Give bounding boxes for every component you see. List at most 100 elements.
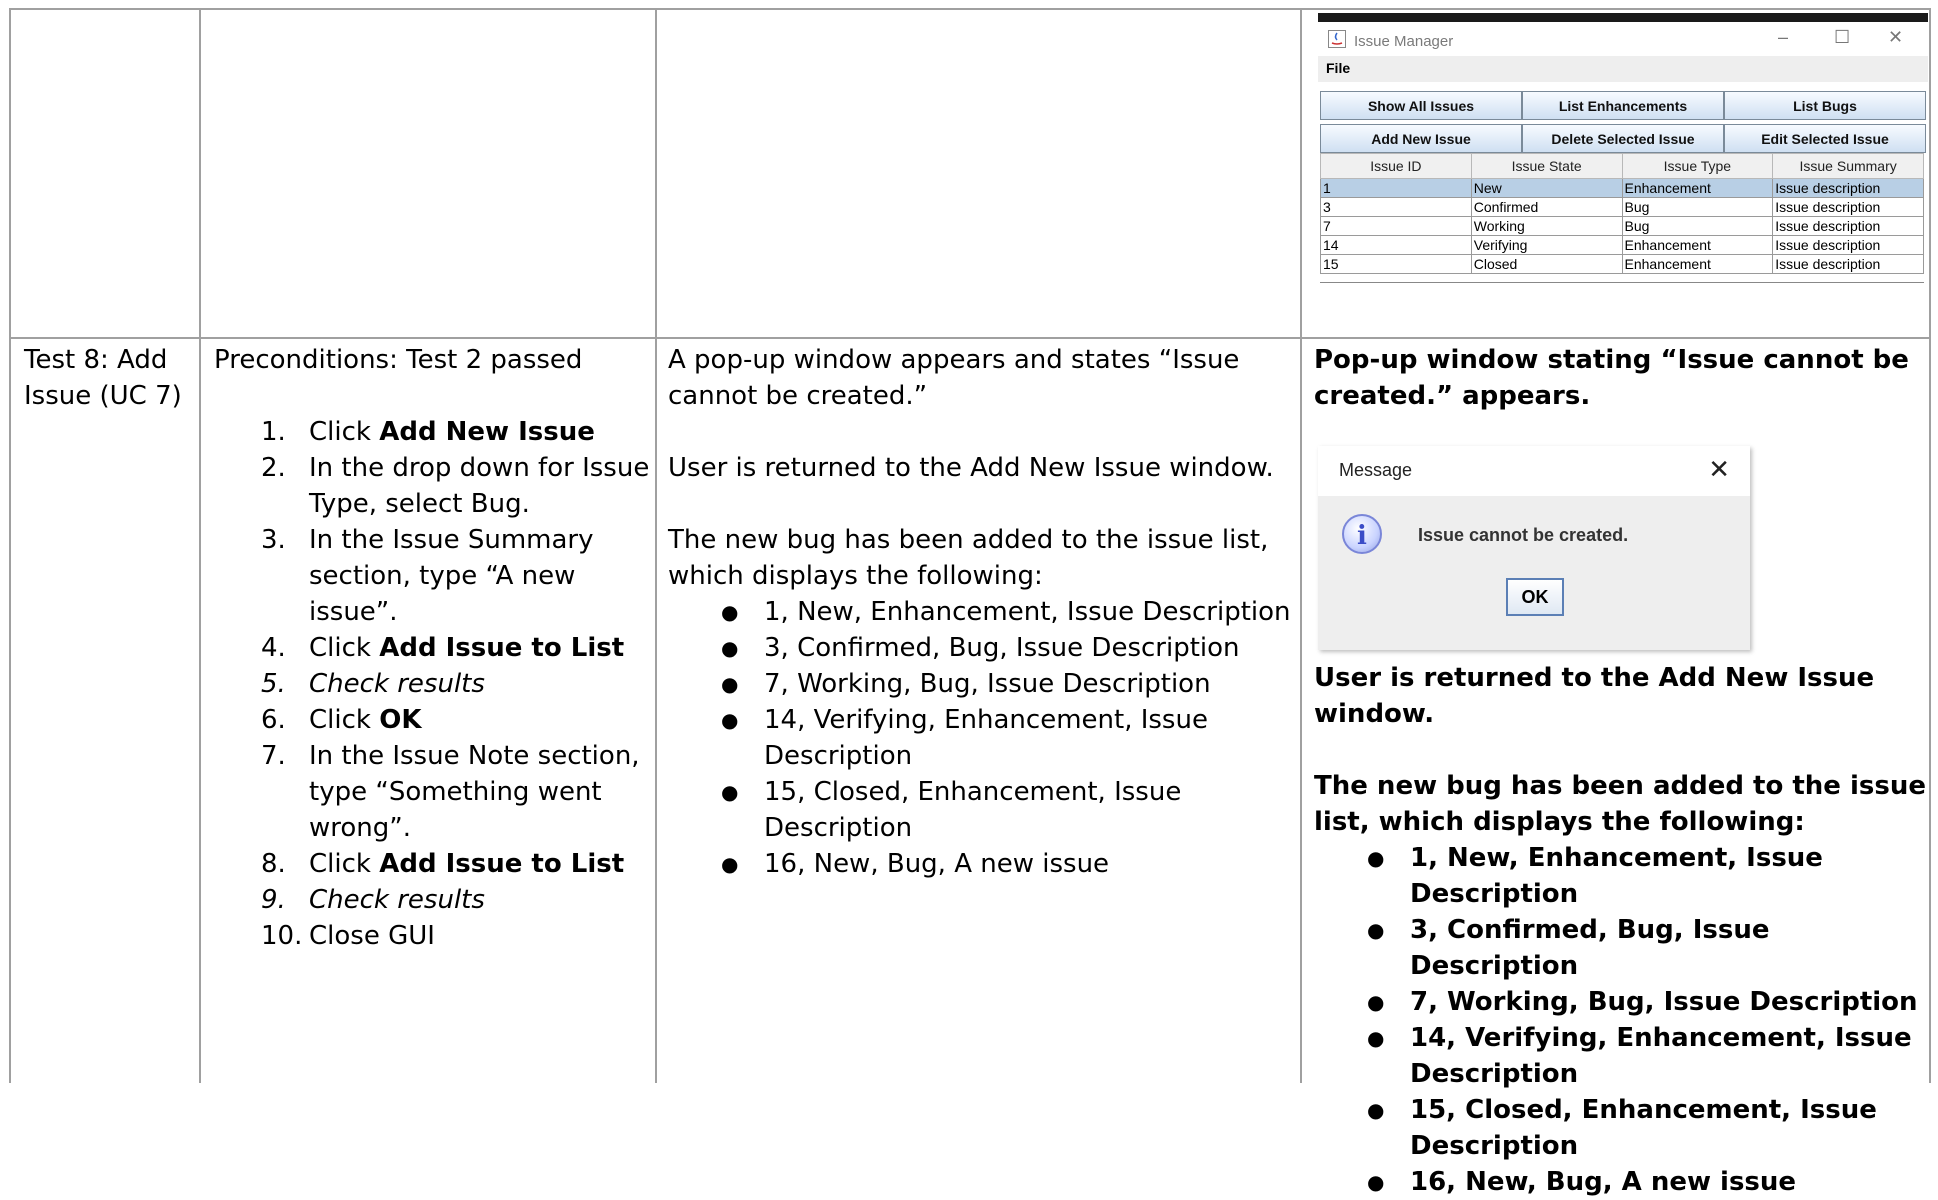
step-item: 5. Check results [261,669,485,699]
table-cell: Bug [1621,216,1774,236]
table-cell: Issue description [1772,235,1924,255]
java-icon [1328,30,1346,48]
actual-line-2: User is returned to the Add New Issue wi… [1314,663,1875,729]
list-item: 7, Working, Bug, Issue Description [1314,984,1926,1020]
list-item: 14, Verifying, Enhancement, Issue Descri… [1314,1020,1926,1092]
actual-line-1: Pop-up window stating “Issue cannot be c… [1314,345,1909,411]
minimize-icon: – [1778,27,1789,47]
message-dialog-screenshot: Message ✕ i Issue cannot be created. OK [1318,446,1750,650]
step-item: 8. Click Add Issue to List [261,849,625,879]
table-row: 15 Closed Enhancement Issue description [1320,254,1924,274]
actual-results-cell: Pop-up window stating “Issue cannot be c… [1314,342,1926,414]
steps-list: 1. Click Add New Issue 2. In the drop down… [214,414,650,954]
step-item: 2. In the drop down for Issue Type, selec… [261,453,650,519]
list-enhancements-button: List Enhancements [1522,91,1724,120]
table-cell: 7 [1320,216,1472,236]
list-item: 16, New, Bug, A new issue [668,846,1293,882]
test-name-cell: Test 8: Add Issue (UC 7) [24,342,189,414]
dialog-body: i Issue cannot be created. OK [1318,496,1750,650]
menu-file: File [1326,60,1351,76]
table-cell: Working [1470,216,1623,236]
table-border [9,8,1930,10]
edit-selected-issue-button: Edit Selected Issue [1724,124,1926,153]
list-bugs-button: List Bugs [1724,91,1926,120]
table-cell: Issue description [1772,178,1924,198]
dialog-titlebar: Message ✕ [1318,446,1750,496]
actual-bullet-list: 1, New, Enhancement, Issue Description 3… [1314,840,1926,1200]
step-item: 9. Check results [261,885,485,915]
list-item: 15, Closed, Enhancement, Issue Descripti… [1314,1092,1926,1164]
dialog-title: Message [1339,460,1413,480]
table-cell: 3 [1320,197,1472,217]
list-item: 14, Verifying, Enhancement, Issue Descri… [668,702,1293,774]
step-item: 1. Click Add New Issue [261,417,595,447]
table-row: 14 Verifying Enhancement Issue descripti… [1320,235,1924,255]
expected-bullet-list: 1, New, Enhancement, Issue Description 3… [668,594,1293,882]
table-row: 1 New Enhancement Issue description [1320,178,1924,198]
table-border [9,337,1930,339]
step-item: 3. In the Issue Summary section, type “A … [261,525,594,627]
window-title: Issue Manager [1354,33,1454,50]
column-header: Issue Summary [1772,153,1924,179]
step-item: 6. Click OK [261,705,422,735]
info-icon: i [1342,514,1382,554]
table-cell: Issue description [1772,216,1924,236]
issue-manager-screenshot: Issue Manager – ☐ ✕ File Show All Issues… [1318,13,1928,295]
table-cell: Enhancement [1621,254,1774,274]
column-header: Issue State [1470,153,1623,179]
list-item: 7, Working, Bug, Issue Description [668,666,1293,702]
table-cell: New [1470,178,1623,198]
expected-results-cell: A pop-up window appears and states “Issu… [668,342,1293,882]
list-item: 3, Confirmed, Bug, Issue Description [668,630,1293,666]
maximize-icon: ☐ [1834,27,1851,47]
window-top-strip [1318,13,1928,22]
list-item: 16, New, Bug, A new issue [1314,1164,1926,1200]
table-border [1300,8,1302,1083]
table-row: 3 Confirmed Bug Issue description [1320,197,1924,217]
table-bottom-border [1320,282,1924,283]
test-name: Test 8: Add Issue (UC 7) [24,345,182,411]
issue-table: Issue ID Issue State Issue Type Issue Su… [1320,153,1924,274]
table-border [9,8,11,1083]
test-plan-document: Issue Manager – ☐ ✕ File Show All Issues… [0,0,1938,1200]
close-icon: ✕ [1888,27,1904,47]
table-row: 7 Working Bug Issue description [1320,216,1924,236]
add-new-issue-button: Add New Issue [1320,124,1522,153]
column-header: Issue Type [1621,153,1774,179]
table-cell: Issue description [1772,197,1924,217]
table-cell: Enhancement [1621,235,1774,255]
preconditions-text: Preconditions: Test 2 passed [214,345,583,375]
step-item: 4. Click Add Issue to List [261,633,625,663]
actual-line-3: The new bug has been added to the issue … [1314,771,1926,837]
table-cell: 1 [1320,178,1472,198]
list-item: 15, Closed, Enhancement, Issue Descripti… [668,774,1293,846]
close-icon: ✕ [1708,454,1730,484]
actual-results-cell-continued: User is returned to the Add New Issue wi… [1314,660,1926,1200]
dialog-message: Issue cannot be created. [1418,525,1629,545]
list-item: 1, New, Enhancement, Issue Description [668,594,1293,630]
table-cell: 14 [1320,235,1472,255]
expected-line-1: A pop-up window appears and states “Issu… [668,345,1240,411]
table-cell: Issue description [1772,254,1924,274]
table-cell: Enhancement [1621,178,1774,198]
table-cell: Bug [1621,197,1774,217]
table-cell: Closed [1470,254,1623,274]
show-all-issues-button: Show All Issues [1320,91,1522,120]
step-item: 10. Close GUI [261,921,435,951]
table-cell: 15 [1320,254,1472,274]
list-item: 3, Confirmed, Bug, Issue Description [1314,912,1926,984]
delete-selected-issue-button: Delete Selected Issue [1522,124,1724,153]
table-border [655,8,657,1083]
expected-line-2: User is returned to the Add New Issue wi… [668,453,1274,483]
steps-cell: Preconditions: Test 2 passed 1. Click Add… [214,342,650,954]
table-border [1929,8,1931,1083]
ok-button: OK [1506,578,1564,616]
column-header: Issue ID [1320,153,1472,179]
step-item: 7. In the Issue Note section, type “Somet… [261,741,640,843]
expected-line-3: The new bug has been added to the issue … [668,525,1269,591]
table-border [199,8,201,1083]
list-item: 1, New, Enhancement, Issue Description [1314,840,1926,912]
table-cell: Confirmed [1470,197,1623,217]
table-cell: Verifying [1470,235,1623,255]
menu-bar: File [1318,56,1928,82]
